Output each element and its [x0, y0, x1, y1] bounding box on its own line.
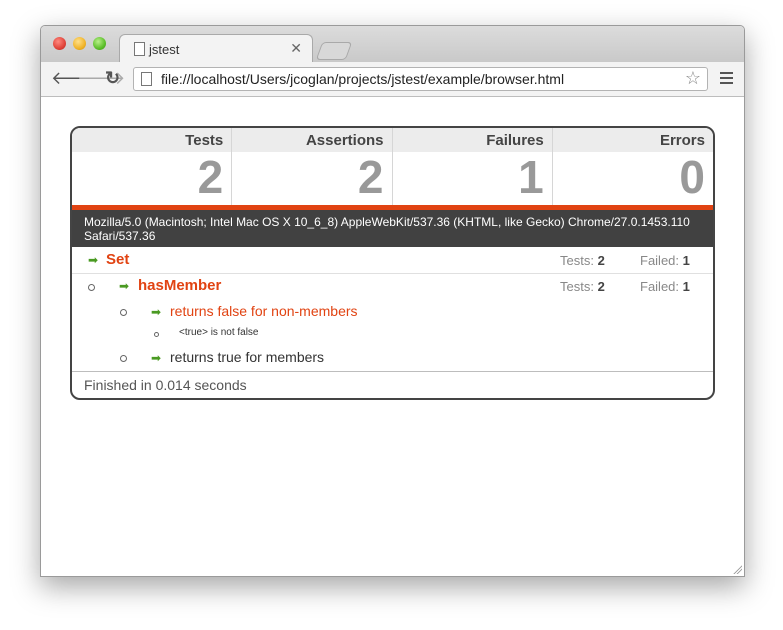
test-row-passed[interactable]: ➡ returns true for members [72, 346, 713, 368]
browser-toolbar: 🡐 🡒 ↻ file://localhost/Users/jcoglan/pro… [41, 62, 744, 97]
tab-title: jstest [149, 42, 180, 57]
address-bar[interactable]: file://localhost/Users/jcoglan/projects/… [133, 67, 708, 91]
suite-row-hasmember[interactable]: ➡ hasMember Tests: 2 Failed: 1 [72, 274, 713, 298]
assertions-count: 2 [357, 151, 384, 203]
arrow-right-icon: ➡ [88, 253, 99, 267]
summary-assertions: Assertions 2 [232, 128, 393, 205]
summary-tests: Tests 2 [72, 128, 233, 205]
tests-label: Tests [72, 128, 232, 152]
tab-jstest[interactable]: jstest ✕ [119, 34, 313, 63]
test-name[interactable]: returns false for non-members [170, 303, 358, 319]
errors-count: 0 [679, 151, 705, 203]
suite-name[interactable]: Set [106, 251, 129, 268]
bullet-icon [88, 284, 95, 291]
test-row-failed[interactable]: ➡ returns false for non-members [72, 300, 713, 322]
new-tab-button[interactable] [315, 42, 353, 60]
user-agent: Mozilla/5.0 (Macintosh; Intel Mac OS X 1… [72, 210, 713, 247]
summary-errors: Errors 0 [552, 128, 713, 205]
summary-failures: Failures 1 [392, 128, 553, 205]
bullet-icon [120, 355, 127, 362]
bullet-icon [154, 332, 159, 337]
summary-bar: Tests 2 Assertions 2 Failures 1 Errors 0 [72, 128, 713, 205]
browser-window: jstest ✕ 🡐 🡒 ↻ file://localhost/Users/jc… [40, 25, 745, 577]
reload-icon[interactable]: ↻ [105, 68, 120, 89]
close-tab-icon[interactable]: ✕ [290, 40, 302, 57]
close-window-button[interactable] [53, 37, 66, 50]
suite-tests-stat: Tests: 2 [560, 279, 605, 294]
zoom-window-button[interactable] [93, 37, 106, 50]
address-url[interactable]: file://localhost/Users/jcoglan/projects/… [161, 71, 564, 87]
arrow-right-icon: ➡ [151, 305, 162, 319]
errors-label: Errors [552, 128, 713, 152]
finished-time: Finished in 0.014 seconds [72, 371, 713, 398]
bullet-icon [120, 309, 127, 316]
tab-strip: jstest ✕ [41, 26, 744, 63]
arrow-right-icon: ➡ [119, 279, 130, 293]
test-report: Tests 2 Assertions 2 Failures 1 Errors 0… [70, 126, 715, 400]
test-error-row: <true> is not false [72, 324, 713, 342]
page-icon [134, 42, 145, 56]
test-name[interactable]: returns true for members [170, 349, 324, 365]
assertions-label: Assertions [232, 128, 392, 152]
error-message: <true> is not false [179, 327, 259, 338]
suite-failed-stat: Failed: 1 [640, 279, 690, 294]
page-content: Tests 2 Assertions 2 Failures 1 Errors 0… [41, 97, 744, 576]
suite-name[interactable]: hasMember [138, 277, 221, 294]
suite-tests-stat: Tests: 2 [560, 253, 605, 268]
bookmark-star-icon[interactable]: ☆ [685, 68, 701, 89]
tests-count: 2 [197, 151, 224, 203]
suite-failed-stat: Failed: 1 [640, 253, 690, 268]
resize-handle-icon[interactable] [732, 564, 742, 574]
failures-label: Failures [392, 128, 552, 152]
page-icon [141, 72, 152, 86]
menu-icon[interactable] [720, 72, 733, 87]
arrow-right-icon: ➡ [151, 351, 162, 365]
suite-row-set[interactable]: ➡ Set Tests: 2 Failed: 1 [72, 247, 713, 274]
failures-count: 1 [518, 151, 544, 203]
minimize-window-button[interactable] [73, 37, 86, 50]
